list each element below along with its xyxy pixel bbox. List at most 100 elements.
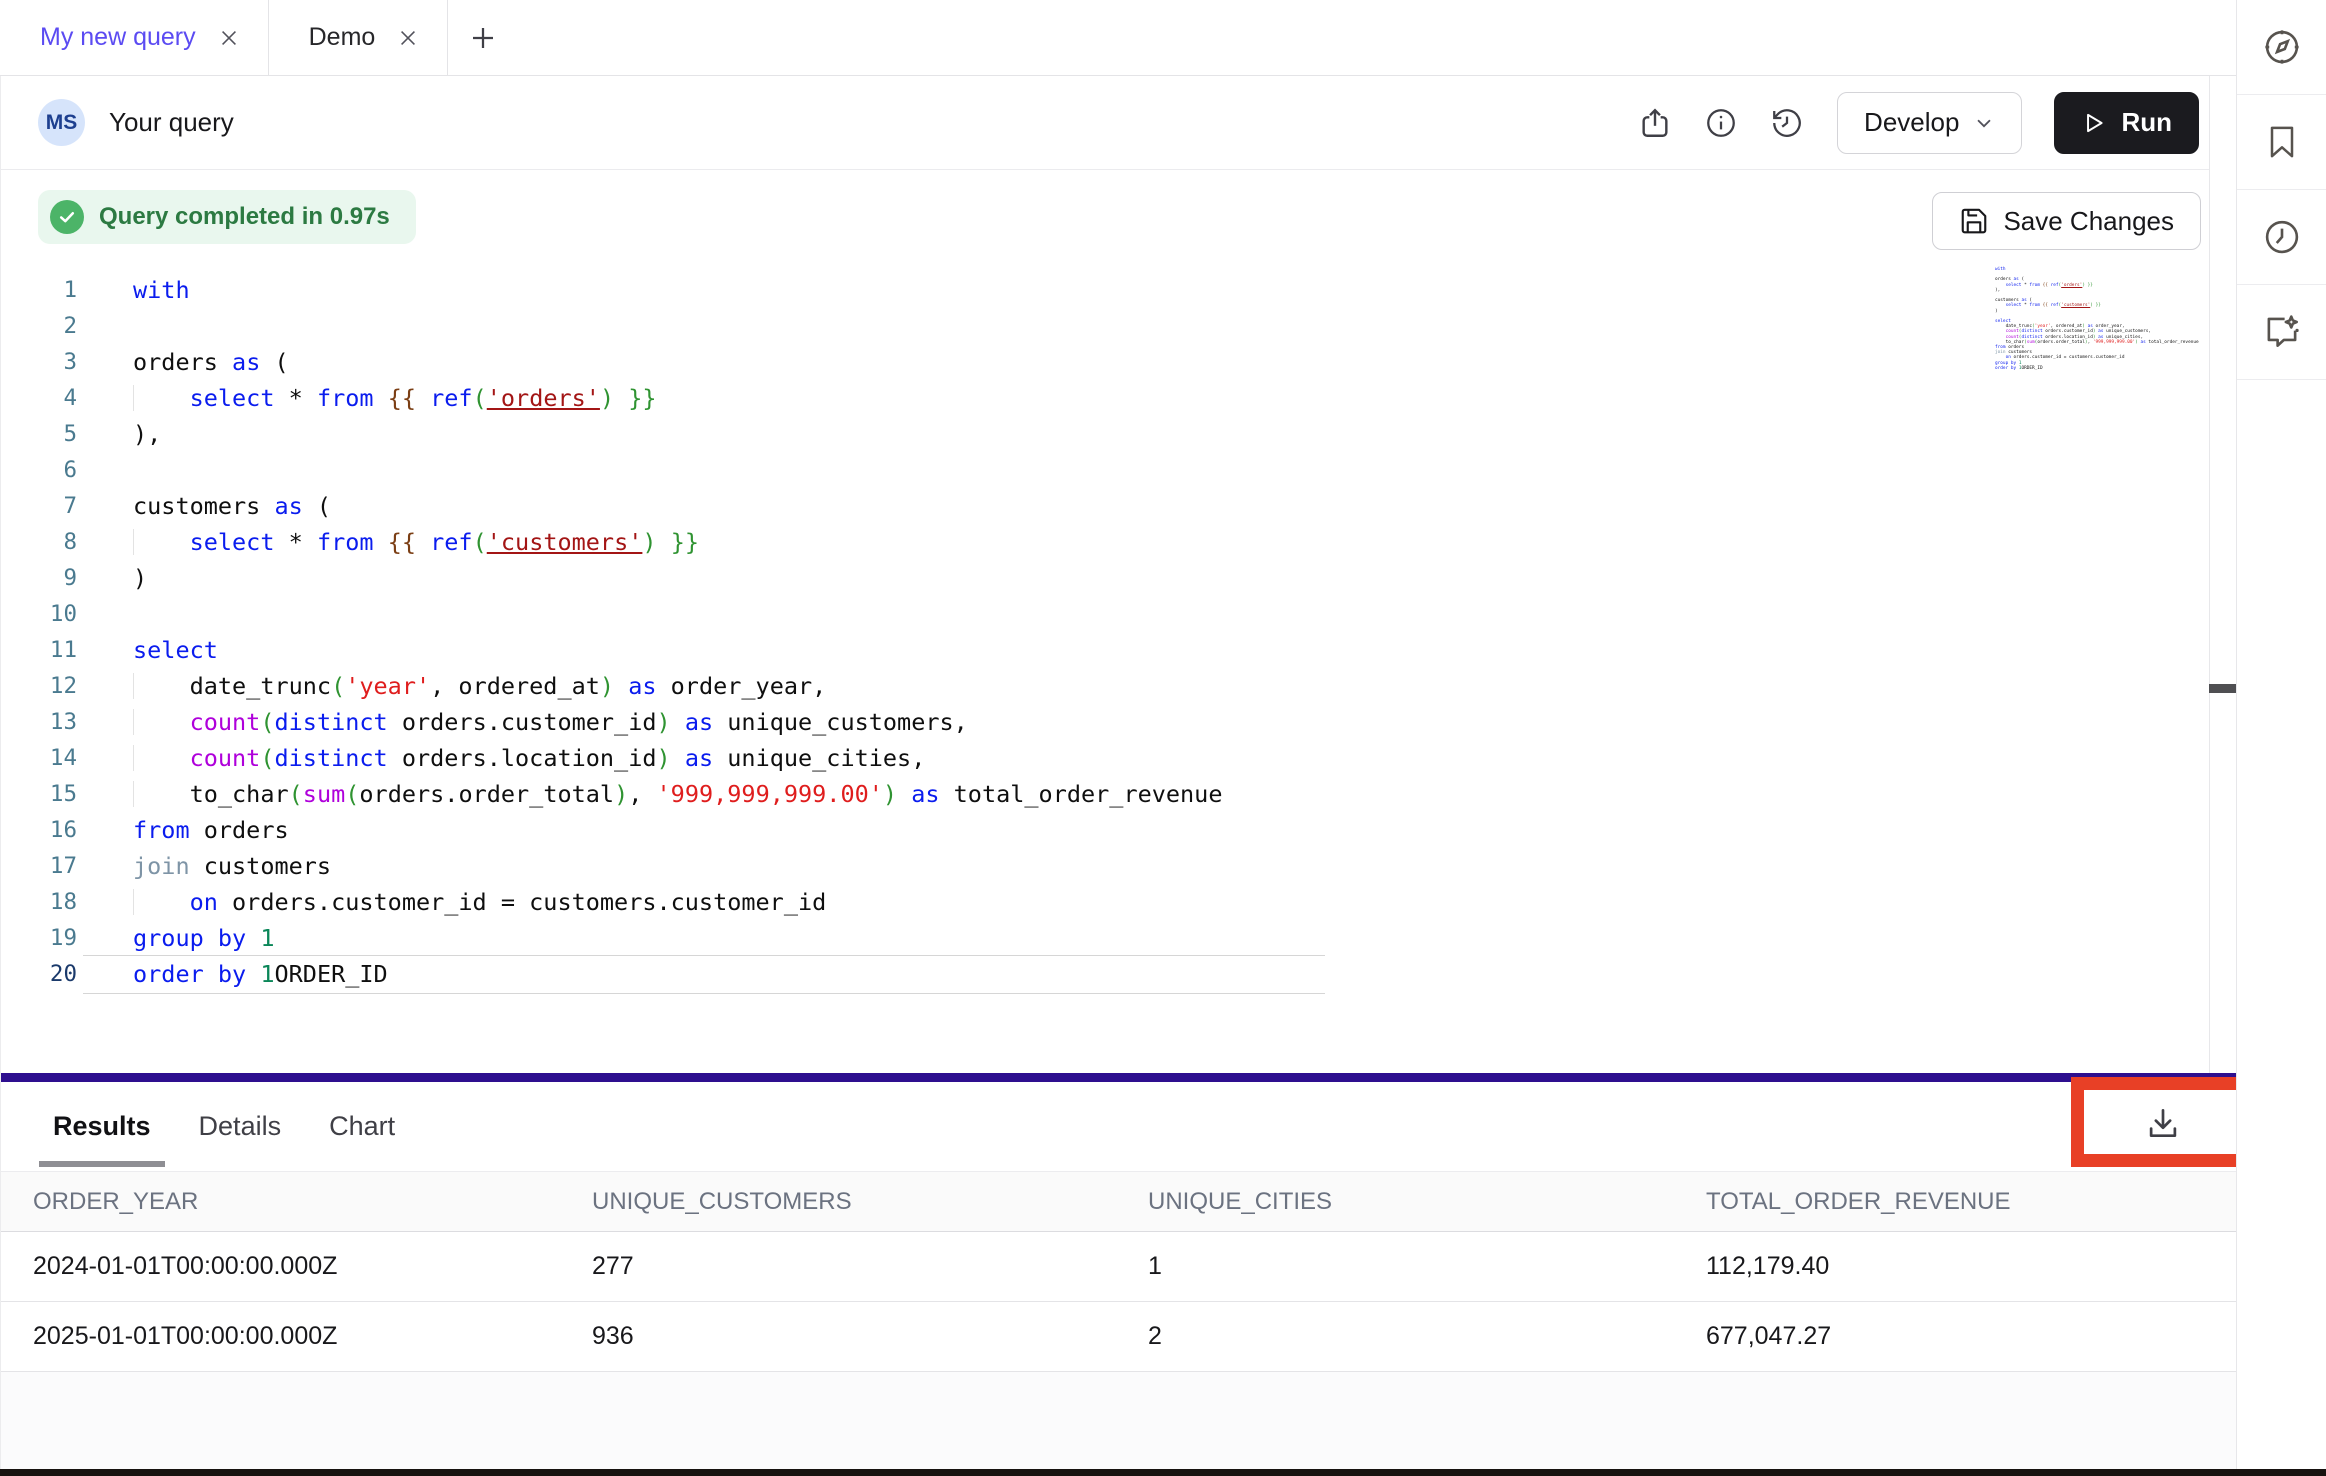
code-token: ( xyxy=(260,708,274,736)
code-token: 'year' xyxy=(345,672,430,700)
query-header: MS Your query Develop Run xyxy=(0,76,2209,170)
minimap[interactable]: with orders as ( select * from {{ ref('o… xyxy=(1995,267,2100,371)
editor-tab-2[interactable]: Demo xyxy=(269,0,449,75)
results-panel: ResultsDetailsChart ORDER_YEARUNIQUE_CUS… xyxy=(0,1082,2236,1469)
column-header: TOTAL_ORDER_REVENUE xyxy=(1706,1188,2236,1216)
indent-guide xyxy=(133,529,134,555)
window-left-edge xyxy=(0,76,1,1469)
line-number: 14 xyxy=(0,740,77,776)
line-number: 9 xyxy=(0,560,77,596)
code-token: as xyxy=(685,744,713,772)
code-line[interactable]: 13 count(distinct orders.customer_id) as… xyxy=(0,704,2209,740)
code-token: }} xyxy=(671,528,699,556)
code-line[interactable]: 14 count(distinct orders.location_id) as… xyxy=(0,740,2209,776)
code-line[interactable]: 16from orders xyxy=(0,812,2209,848)
plus-icon xyxy=(468,23,498,53)
new-tab-button[interactable] xyxy=(448,0,518,75)
sidebar-item-bookmarks[interactable] xyxy=(2237,95,2326,190)
window-bottom-edge xyxy=(0,1469,2326,1476)
column-header: ORDER_YEAR xyxy=(33,1188,592,1216)
code-token: as xyxy=(628,672,656,700)
code-line[interactable]: 4 select * from {{ ref('orders') }} xyxy=(0,380,2209,416)
indent-guide xyxy=(133,385,134,411)
code-line[interactable]: 8 select * from {{ ref('customers') }} xyxy=(0,524,2209,560)
save-changes-button[interactable]: Save Changes xyxy=(1932,192,2201,250)
info-button[interactable] xyxy=(1703,105,1739,141)
indent-guide xyxy=(133,781,134,807)
code-token: 'orders' xyxy=(2061,283,2082,288)
download-icon xyxy=(2144,1104,2182,1142)
table-cell: 2024-01-01T00:00:00.000Z xyxy=(33,1252,592,1281)
code-token xyxy=(614,672,628,700)
code-token: ) xyxy=(657,708,671,736)
code-line[interactable]: 12 date_trunc('year', ordered_at) as ord… xyxy=(0,668,2209,704)
info-icon xyxy=(1704,106,1738,140)
code-token: orders xyxy=(190,816,289,844)
download-results-button[interactable] xyxy=(2090,1092,2235,1154)
results-tab-results[interactable]: Results xyxy=(53,1111,151,1142)
code-line[interactable]: 2 xyxy=(0,308,2209,344)
code-token: * xyxy=(274,384,316,412)
sidebar-item-explore[interactable] xyxy=(2237,0,2326,95)
develop-dropdown[interactable]: Develop xyxy=(1837,92,2022,154)
sidebar-item-history[interactable] xyxy=(2237,190,2326,285)
code-token: total_order_revenue xyxy=(2146,340,2199,345)
history-button[interactable] xyxy=(1769,105,1805,141)
results-tab-details[interactable]: Details xyxy=(199,1111,282,1142)
code-line[interactable]: 15 to_char(sum(orders.order_total), '999… xyxy=(0,776,2209,812)
code-line[interactable]: 6 xyxy=(0,452,2209,488)
code-line[interactable]: 7customers as ( xyxy=(0,488,2209,524)
save-icon xyxy=(1959,206,1989,236)
code-line[interactable]: 20order by 1ORDER_ID xyxy=(0,956,2209,992)
code-line[interactable]: 19group by 1 xyxy=(0,920,2209,956)
code-token xyxy=(246,960,260,988)
code-token: order by xyxy=(1995,366,2016,371)
line-number: 16 xyxy=(0,812,77,848)
editor-tab-1[interactable]: My new query xyxy=(0,0,269,75)
compass-icon xyxy=(2261,26,2303,68)
code-token: 'customers' xyxy=(487,528,643,556)
code-token: }} xyxy=(2088,283,2093,288)
code-token: ( xyxy=(473,528,487,556)
code-line[interactable]: 10 xyxy=(0,596,2209,632)
line-number: 2 xyxy=(0,308,77,344)
code-line[interactable]: 18 on orders.customer_id = customers.cus… xyxy=(0,884,2209,920)
tab-close-icon[interactable] xyxy=(218,27,240,49)
table-cell: 1 xyxy=(1148,1252,1706,1281)
results-tab-chart[interactable]: Chart xyxy=(329,1111,395,1142)
code-token: select xyxy=(2006,283,2022,288)
code-token: ) xyxy=(600,672,614,700)
line-number: 12 xyxy=(0,668,77,704)
code-token: }} xyxy=(2096,303,2101,308)
code-line[interactable]: 3orders as ( xyxy=(0,344,2209,380)
code-line[interactable]: 5), xyxy=(0,416,2209,452)
code-line[interactable]: 1with xyxy=(0,272,2209,308)
code-editor[interactable]: 1with2 3 orders as (4 select * from {{ re… xyxy=(0,252,2209,1073)
code-token: orders xyxy=(133,348,232,376)
tab-close-icon[interactable] xyxy=(397,27,419,49)
run-button[interactable]: Run xyxy=(2054,92,2199,154)
code-line[interactable]: 17join customers xyxy=(0,848,2209,884)
share-button[interactable] xyxy=(1637,105,1673,141)
status-badge: Query completed in 0.97s xyxy=(38,190,416,244)
code-token xyxy=(133,888,190,916)
code-token xyxy=(416,384,430,412)
code-line[interactable]: 9) xyxy=(0,560,2209,596)
code-token: count xyxy=(190,744,261,772)
line-number: 11 xyxy=(0,632,77,668)
ai-chat-icon xyxy=(2261,311,2303,353)
code-token: }} xyxy=(628,384,656,412)
line-number: 13 xyxy=(0,704,77,740)
line-number: 15 xyxy=(0,776,77,812)
code-token: ) xyxy=(133,564,147,592)
line-number: 6 xyxy=(0,452,77,488)
panel-splitter[interactable] xyxy=(0,1073,2236,1082)
code-token xyxy=(416,528,430,556)
line-number: 3 xyxy=(0,344,77,380)
sidebar-item-ai-assistant[interactable] xyxy=(2237,285,2326,380)
code-line[interactable]: 11select xyxy=(0,632,2209,668)
table-row: 2024-01-01T00:00:00.000Z2771112,179.40 xyxy=(0,1232,2236,1302)
avatar: MS xyxy=(38,99,85,146)
code-token: with xyxy=(133,276,190,304)
scrollbar-handle[interactable] xyxy=(2209,684,2236,693)
